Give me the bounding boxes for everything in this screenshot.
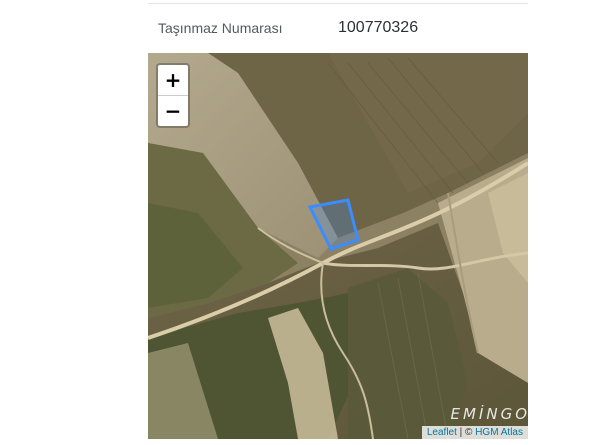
satellite-map[interactable]: + − EMİNGO Leaflet | © HGM Atlas [148,53,528,439]
attribution-separator: | © [456,427,476,438]
zoom-out-button[interactable]: − [158,95,188,126]
zoom-in-button[interactable]: + [158,65,188,95]
leaflet-link[interactable]: Leaflet [427,427,457,438]
property-number-label: Taşınmaz Numarası [158,20,283,36]
map-attribution: Leaflet | © HGM Atlas [421,426,528,439]
zoom-control: + − [156,63,190,128]
watermark: EMİNGO [450,405,528,423]
property-number-value: 100770326 [338,19,419,36]
hgm-atlas-link[interactable]: HGM Atlas [475,427,523,438]
satellite-imagery [148,53,528,439]
top-divider [148,3,528,4]
property-number-row: Taşınmaz Numarası 100770326 [148,5,528,53]
